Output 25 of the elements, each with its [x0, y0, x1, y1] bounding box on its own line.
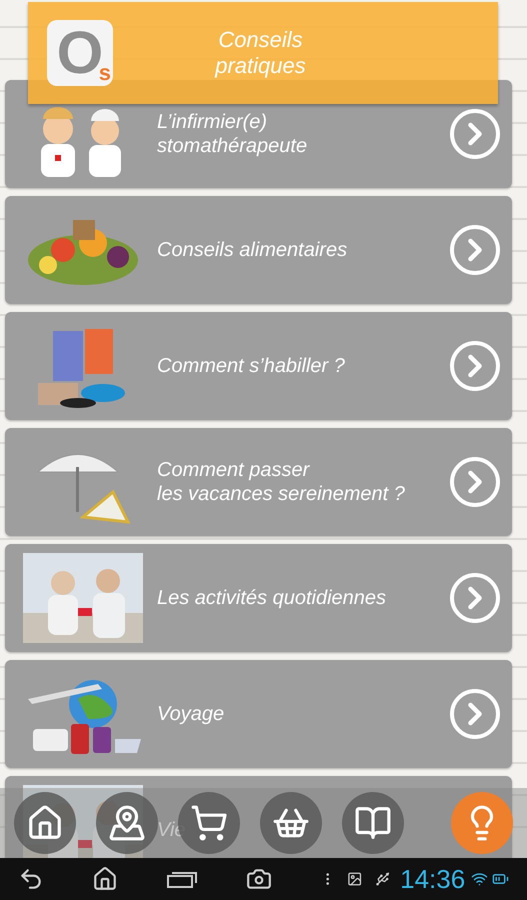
book-icon — [354, 804, 392, 842]
card-title: Les activités quotidiennes — [157, 586, 386, 610]
menu-card[interactable]: Les activités quotidiennes — [5, 544, 512, 652]
card-title: Comment s’habiller ? — [157, 354, 345, 378]
chevron-button[interactable] — [450, 341, 500, 391]
menu-card[interactable]: Voyage — [5, 660, 512, 768]
map-icon — [108, 804, 146, 842]
cart-icon — [190, 804, 228, 842]
chevron-button[interactable] — [450, 689, 500, 739]
chevron-button[interactable] — [450, 457, 500, 507]
home-button[interactable] — [92, 866, 118, 892]
menu-card[interactable]: Comment s’habiller ? — [5, 312, 512, 420]
menu-card[interactable]: Comment passer les vacances sereinement ? — [5, 428, 512, 536]
card-title: Voyage — [157, 702, 224, 726]
card-title: L’infirmier(e) stomathérapeute — [157, 110, 308, 158]
home-icon — [26, 804, 64, 842]
recents-button[interactable] — [166, 869, 198, 889]
chevron-button[interactable] — [450, 573, 500, 623]
chevron-button[interactable] — [450, 225, 500, 275]
clock: 14:36 — [400, 864, 466, 894]
card-title: Comment passer les vacances sereinement ? — [157, 458, 405, 506]
menu-card[interactable]: Conseils alimentaires — [5, 196, 512, 304]
page-title: Conseils pratiques — [214, 26, 307, 80]
chevron-button[interactable] — [450, 109, 500, 159]
card-title: Conseils alimentaires — [157, 238, 348, 262]
